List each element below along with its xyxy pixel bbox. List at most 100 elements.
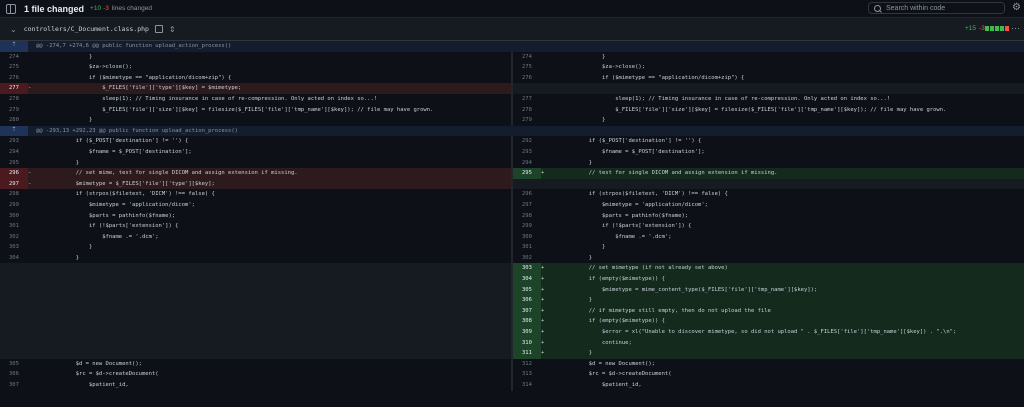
line-number[interactable]: 279 <box>513 115 541 126</box>
right-line: 302 } <box>513 253 1024 264</box>
line-number[interactable] <box>0 274 28 285</box>
hunk-header: ⇡ @@ -293,13 +292,23 @@ public function u… <box>0 125 1024 137</box>
line-number[interactable]: 296 <box>513 189 541 200</box>
line-number[interactable]: 314 <box>513 380 541 391</box>
expand-up-icon[interactable]: ⇡ <box>0 41 28 52</box>
line-number[interactable]: 277 <box>513 94 541 105</box>
line-number[interactable]: 276 <box>0 73 28 84</box>
line-number[interactable]: 303 <box>0 242 28 253</box>
line-number[interactable]: 303 <box>513 263 541 275</box>
line-number[interactable] <box>0 327 28 338</box>
line-number[interactable]: 274 <box>0 52 28 63</box>
line-number[interactable]: 306 <box>0 369 28 380</box>
line-number[interactable] <box>513 179 541 190</box>
line-number[interactable]: 275 <box>0 62 28 73</box>
line-number[interactable]: 305 <box>513 284 541 296</box>
diff-row: 308 + if (empty($mimetype)) { <box>0 316 1024 328</box>
line-number[interactable]: 292 <box>513 136 541 147</box>
line-number[interactable]: 301 <box>513 242 541 253</box>
line-number[interactable]: 295 <box>513 168 541 179</box>
line-number[interactable]: 293 <box>0 136 28 147</box>
line-number[interactable]: 294 <box>513 158 541 169</box>
line-number[interactable]: 304 <box>513 274 541 285</box>
code-text: } <box>549 244 606 251</box>
diff-sign: + <box>541 307 545 314</box>
right-line: 295 + // test for single DICOM and assign… <box>513 168 1024 179</box>
line-number[interactable] <box>0 263 28 274</box>
line-number[interactable] <box>0 285 28 296</box>
left-line: 278 sleep(1); // Timing insurance in cas… <box>0 94 511 105</box>
diff-row: 300 $parts = pathinfo($fname); 298 $parts… <box>0 210 1024 222</box>
line-number[interactable]: 299 <box>0 200 28 211</box>
code-text: $za->close(); <box>549 64 646 71</box>
line-number[interactable]: 297 <box>513 200 541 211</box>
line-number[interactable]: 305 <box>0 359 28 370</box>
line-number[interactable]: 311 <box>513 348 541 359</box>
line-number[interactable]: 297 <box>0 178 28 190</box>
line-number[interactable]: 304 <box>0 253 28 264</box>
right-line: 312 $d = new Document(); <box>513 359 1024 370</box>
line-number[interactable]: 307 <box>513 305 541 317</box>
diff-row: 304 + if (empty($mimetype)) { <box>0 274 1024 285</box>
diff-row: 278 sleep(1); // Timing insurance in cas… <box>0 93 1024 105</box>
left-line: 296- // set mime, test for single DICOM … <box>0 168 511 179</box>
code-text: if (strpos($filetext, 'DICM') !== false)… <box>36 191 215 198</box>
search-input[interactable]: Search within code <box>868 2 1005 14</box>
line-number[interactable]: 313 <box>513 369 541 380</box>
line-number[interactable]: 302 <box>0 232 28 243</box>
line-number[interactable]: 312 <box>513 359 541 370</box>
code-text: } <box>549 53 606 60</box>
chevron-down-icon[interactable]: ⌄ <box>10 25 17 34</box>
line-number[interactable] <box>0 338 28 349</box>
line-number[interactable]: 295 <box>0 158 28 169</box>
line-number[interactable]: 306 <box>513 295 541 306</box>
file-path[interactable]: controllers/C_Document.class.php <box>24 25 149 33</box>
line-number[interactable]: 275 <box>513 62 541 73</box>
line-number[interactable]: 294 <box>0 147 28 158</box>
line-number[interactable]: 308 <box>513 316 541 328</box>
line-number[interactable]: 298 <box>513 211 541 222</box>
code-text: if (!$parts['extension']) { <box>36 223 179 230</box>
line-number[interactable]: 309 <box>513 327 541 338</box>
line-number[interactable]: 310 <box>513 337 541 349</box>
line-number[interactable]: 307 <box>0 380 28 391</box>
code-text: // set mime, test for single DICOM and a… <box>36 170 298 177</box>
line-number[interactable] <box>0 295 28 306</box>
line-number[interactable]: 300 <box>0 211 28 222</box>
diff-sign: + <box>541 276 545 283</box>
line-number[interactable]: 279 <box>0 105 28 116</box>
code-text: } <box>549 254 593 261</box>
code-text: $_FILES['file']['type'][$key] = $mimetyp… <box>36 85 242 92</box>
line-number[interactable] <box>0 316 28 327</box>
left-line: 297- $mimetype = $_FILES['file']['type']… <box>0 178 511 190</box>
line-number[interactable]: 274 <box>513 52 541 63</box>
line-number[interactable]: 278 <box>513 105 541 116</box>
line-number[interactable]: 300 <box>513 232 541 243</box>
code-text: $_FILES['file']['size'][$key] = filesize… <box>549 106 947 113</box>
line-number[interactable]: 301 <box>0 221 28 232</box>
sidebar-toggle-icon[interactable] <box>6 3 16 14</box>
line-number[interactable]: 277 <box>0 83 28 94</box>
code-text: if (empty($mimetype)) { <box>549 276 665 283</box>
line-number[interactable] <box>0 348 28 359</box>
additions-count: +10 <box>90 5 102 12</box>
line-number[interactable]: 296 <box>0 168 28 179</box>
copy-icon[interactable] <box>154 25 163 33</box>
right-line: 306 + } <box>513 295 1024 306</box>
expand-icon[interactable]: ⇕ <box>169 25 176 34</box>
diff-sign: + <box>541 170 545 177</box>
line-number[interactable]: 276 <box>513 73 541 84</box>
line-number[interactable]: 280 <box>0 115 28 126</box>
line-number[interactable]: 298 <box>0 189 28 200</box>
line-number[interactable] <box>0 306 28 317</box>
diff-row: 301 if (!$parts['extension']) {299 if (!… <box>0 221 1024 232</box>
gear-icon[interactable]: ⚙ <box>1012 3 1021 13</box>
line-number[interactable] <box>513 83 541 94</box>
kebab-menu-icon[interactable]: ⋯ <box>1011 23 1020 34</box>
diff-row: 307 $patient_id, 314 $patient_id, <box>0 380 1024 391</box>
line-number[interactable]: 302 <box>513 253 541 264</box>
line-number[interactable]: 299 <box>513 221 541 232</box>
expand-up-icon[interactable]: ⇡ <box>0 125 28 137</box>
line-number[interactable]: 293 <box>513 147 541 158</box>
line-number[interactable]: 278 <box>0 94 28 105</box>
